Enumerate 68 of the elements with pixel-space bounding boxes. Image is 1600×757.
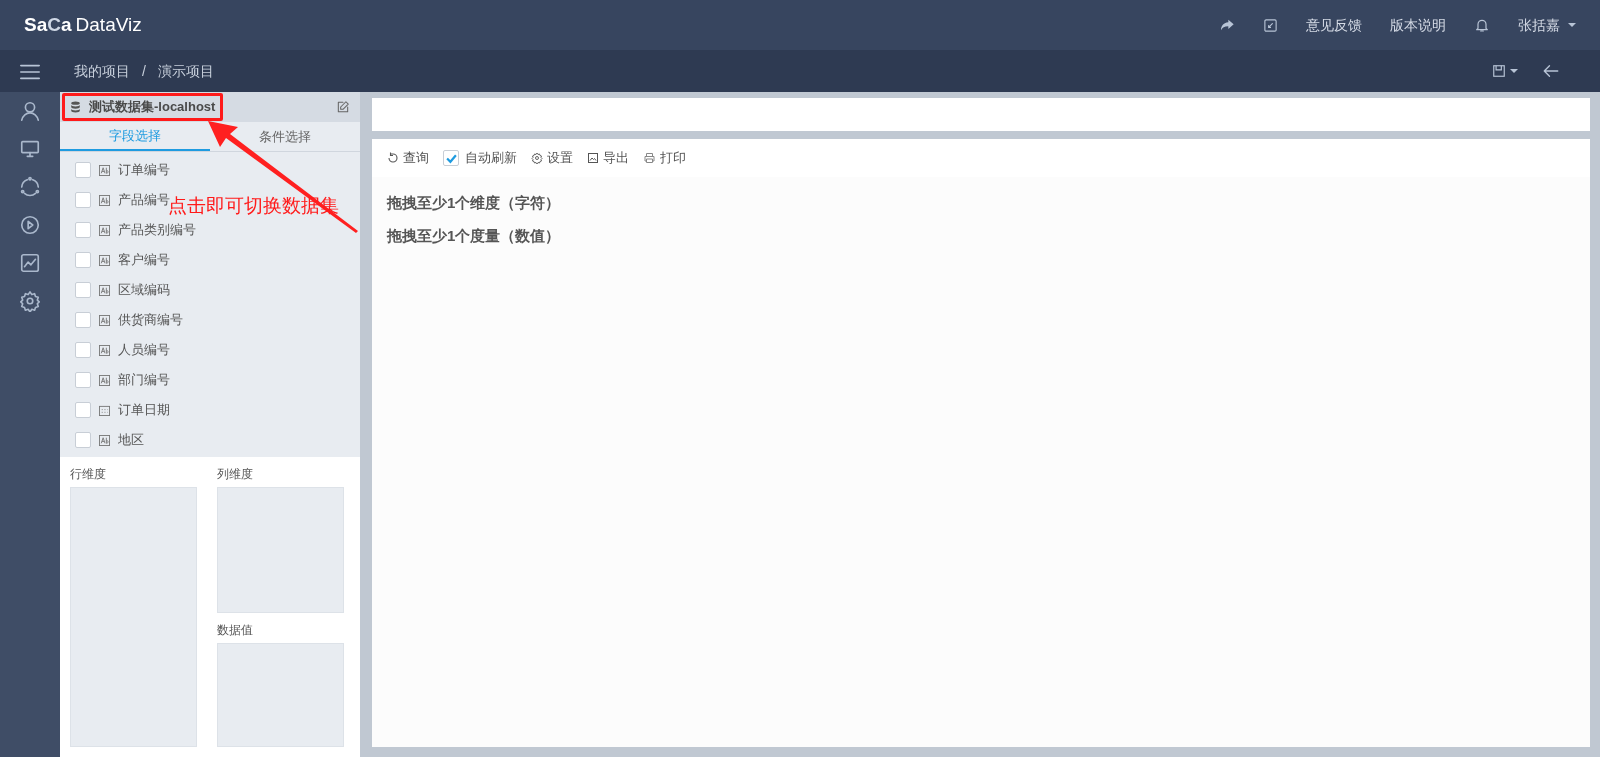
back-arrow-icon[interactable]	[1542, 62, 1560, 80]
caret-icon	[1510, 69, 1518, 73]
edit-icon[interactable]	[336, 100, 350, 114]
line-chart-icon[interactable]	[19, 252, 41, 274]
field-label[interactable]: 地区	[118, 430, 144, 450]
checkbox[interactable]	[75, 252, 91, 268]
field-label[interactable]: 订单编号	[118, 160, 170, 180]
share-icon[interactable]	[1219, 17, 1235, 33]
breadcrumb-separator: /	[142, 61, 146, 81]
field-label[interactable]: 订单日期	[118, 400, 170, 420]
settings-icon	[531, 152, 543, 164]
text-type-icon	[99, 194, 110, 206]
save-icon	[1492, 64, 1506, 78]
checkbox[interactable]	[75, 432, 91, 448]
field-label[interactable]: 人员编号	[118, 340, 170, 360]
hint-text: 拖拽至少1个维度（字符）	[387, 193, 562, 213]
hint-text: 拖拽至少1个度量（数值）	[387, 225, 562, 246]
tab[interactable]: 条件选择	[210, 122, 360, 151]
drop-zone-label: 行维度	[70, 466, 107, 483]
checkbox[interactable]	[75, 162, 91, 178]
text-type-icon	[99, 434, 110, 446]
database-icon	[70, 101, 81, 113]
header-link[interactable]: 版本说明	[1390, 14, 1446, 36]
field-label[interactable]: 产品类别编号	[118, 220, 196, 240]
text-type-icon	[99, 314, 110, 326]
cycle-icon[interactable]	[19, 176, 41, 198]
printer-icon	[643, 152, 656, 164]
bell-icon[interactable]	[1474, 17, 1490, 33]
calendar-icon	[99, 404, 110, 416]
checkbox[interactable]	[75, 282, 91, 298]
save-menu-button[interactable]	[1492, 64, 1518, 78]
print-button[interactable]: 打印	[643, 148, 686, 168]
drop-zone-label: 列维度	[217, 466, 254, 483]
auto-refresh-toggle[interactable]: 自动刷新	[443, 148, 517, 168]
text-type-icon	[99, 344, 110, 356]
text-type-icon	[99, 224, 110, 236]
query-button[interactable]: 查询	[387, 148, 429, 168]
checkbox[interactable]	[75, 342, 91, 358]
breadcrumb-link[interactable]: 我的项目	[74, 60, 130, 82]
header-link[interactable]: 意见反馈	[1306, 14, 1362, 36]
logo: SaCa DataViz	[24, 12, 142, 37]
text-type-icon	[99, 284, 110, 296]
settings-icon[interactable]	[19, 290, 41, 312]
text-type-icon	[99, 164, 110, 176]
refresh-icon	[387, 152, 399, 164]
user-menu[interactable]: 张括嘉	[1518, 14, 1576, 36]
checkbox[interactable]	[75, 402, 91, 418]
field-label[interactable]: 客户编号	[118, 250, 170, 270]
image-icon	[587, 152, 599, 164]
monitor-icon[interactable]	[19, 138, 41, 160]
checkbox[interactable]	[75, 222, 91, 238]
field-label[interactable]: 供货商编号	[118, 310, 183, 330]
drop-zone-label: 数据值	[217, 622, 254, 639]
user-icon[interactable]	[19, 100, 41, 122]
breadcrumb-link[interactable]: 演示项目	[157, 60, 214, 82]
play-icon[interactable]	[19, 214, 41, 236]
resize-icon[interactable]	[1263, 17, 1278, 33]
field-label[interactable]: 部门编号	[118, 370, 170, 390]
settings-button[interactable]: 设置	[531, 148, 573, 168]
field-label[interactable]: 区域编码	[118, 280, 170, 300]
text-type-icon	[99, 254, 110, 266]
export-button[interactable]: 导出	[587, 148, 629, 168]
checkbox[interactable]	[443, 150, 459, 166]
text-type-icon	[99, 374, 110, 386]
field-label[interactable]: 产品编号	[118, 190, 170, 210]
checkbox[interactable]	[75, 312, 91, 328]
checkbox[interactable]	[75, 192, 91, 208]
checkbox[interactable]	[75, 372, 91, 388]
